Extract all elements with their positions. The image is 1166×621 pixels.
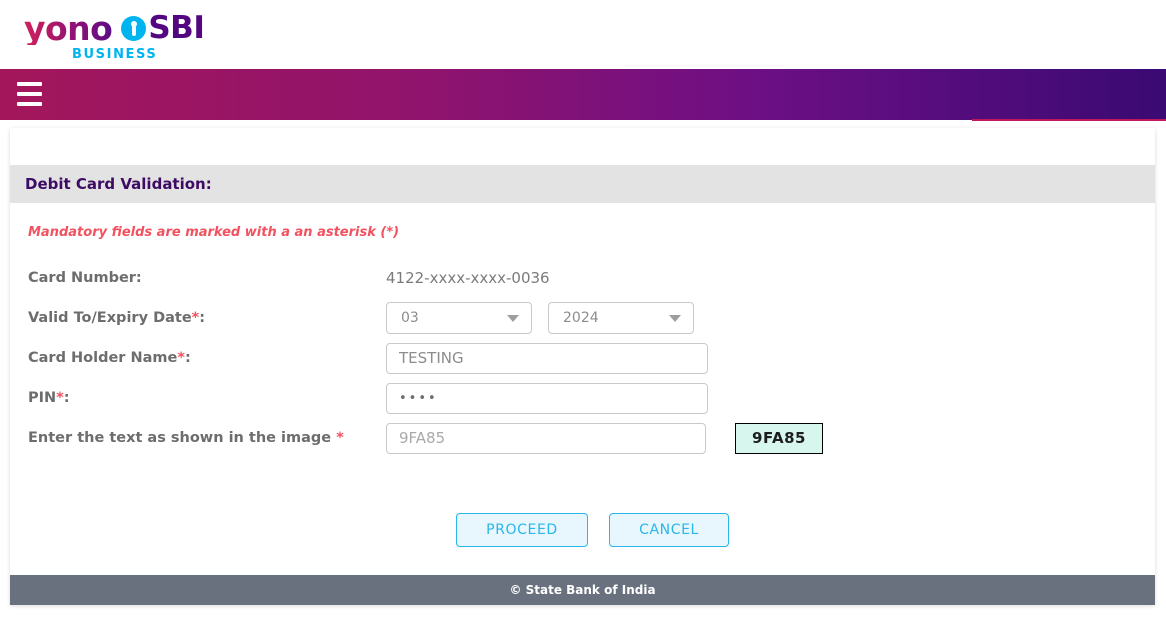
label-card-holder-name-colon: : <box>184 350 191 366</box>
expiry-year-value: 2024 <box>563 310 599 326</box>
captcha-image: 9FA85 <box>735 422 823 454</box>
proceed-button[interactable]: PROCEED <box>456 513 588 547</box>
value-card-number: 4122-xxxx-xxxx-0036 <box>386 269 550 287</box>
form-row-expiry-date: Valid To/Expiry Date*: 03 2024 <box>10 298 1155 338</box>
label-pin: PIN*: <box>10 390 386 406</box>
expiry-month-value: 03 <box>401 310 419 326</box>
pin-input[interactable] <box>386 382 708 414</box>
logo-tagline: BUSINESS <box>72 47 158 62</box>
required-asterisk: * <box>177 350 185 366</box>
footer-copyright: © State Bank of India <box>509 583 656 597</box>
page-footer: © State Bank of India <box>10 575 1155 605</box>
captcha-input[interactable] <box>386 422 706 454</box>
form-row-pin: PIN*: <box>10 378 1155 418</box>
label-expiry-date-colon: : <box>199 310 206 326</box>
label-captcha: Enter the text as shown in the image * <box>10 430 386 446</box>
label-expiry-date-text: Valid To/Expiry Date <box>28 310 192 326</box>
form-row-captcha: Enter the text as shown in the image * 9… <box>10 418 1155 458</box>
form-body: Mandatory fields are marked with a an as… <box>10 203 1155 575</box>
label-pin-text: PIN <box>28 390 57 406</box>
chevron-down-icon <box>669 315 681 322</box>
yono-wordmark: yono <box>24 9 113 48</box>
label-captcha-text: Enter the text as shown in the image <box>28 430 332 446</box>
page-root: yono SBI BUSINESS Debit Card Validation:… <box>0 0 1166 621</box>
section-header: Debit Card Validation: <box>10 165 1155 203</box>
label-card-holder-name: Card Holder Name*: <box>10 350 386 366</box>
sbi-wordmark: SBI <box>148 10 205 46</box>
page-title: Debit Card Validation: <box>25 175 212 193</box>
content-panel: Debit Card Validation: Mandatory fields … <box>10 128 1155 605</box>
yono-sbi-logo[interactable]: yono SBI BUSINESS <box>24 9 205 62</box>
expiry-month-select[interactable]: 03 <box>386 302 532 334</box>
label-card-holder-name-text: Card Holder Name <box>28 350 178 366</box>
required-asterisk: * <box>56 390 64 406</box>
form-row-card-number: Card Number: 4122-xxxx-xxxx-0036 <box>10 258 1155 298</box>
form-row-card-holder-name: Card Holder Name*: <box>10 338 1155 378</box>
expiry-year-select[interactable]: 2024 <box>548 302 694 334</box>
main-navbar <box>0 69 1166 120</box>
brand-bar: yono SBI BUSINESS <box>0 0 1166 69</box>
label-card-number: Card Number: <box>28 270 142 286</box>
label-pin-colon: : <box>63 390 70 406</box>
chevron-down-icon <box>507 315 519 322</box>
hamburger-menu-icon[interactable] <box>17 81 42 107</box>
navbar-accent-line <box>972 119 1166 121</box>
panel-top-strip <box>10 128 1155 165</box>
card-holder-name-input[interactable] <box>386 342 708 374</box>
mandatory-fields-note: Mandatory fields are marked with a an as… <box>28 225 400 240</box>
cancel-button[interactable]: CANCEL <box>609 513 729 547</box>
logo-row: yono SBI <box>24 9 205 48</box>
sbi-keyhole-icon <box>121 16 147 41</box>
form-actions: PROCEED CANCEL <box>10 513 1155 547</box>
label-expiry-date: Valid To/Expiry Date*: <box>10 310 386 326</box>
required-asterisk: * <box>336 430 344 446</box>
